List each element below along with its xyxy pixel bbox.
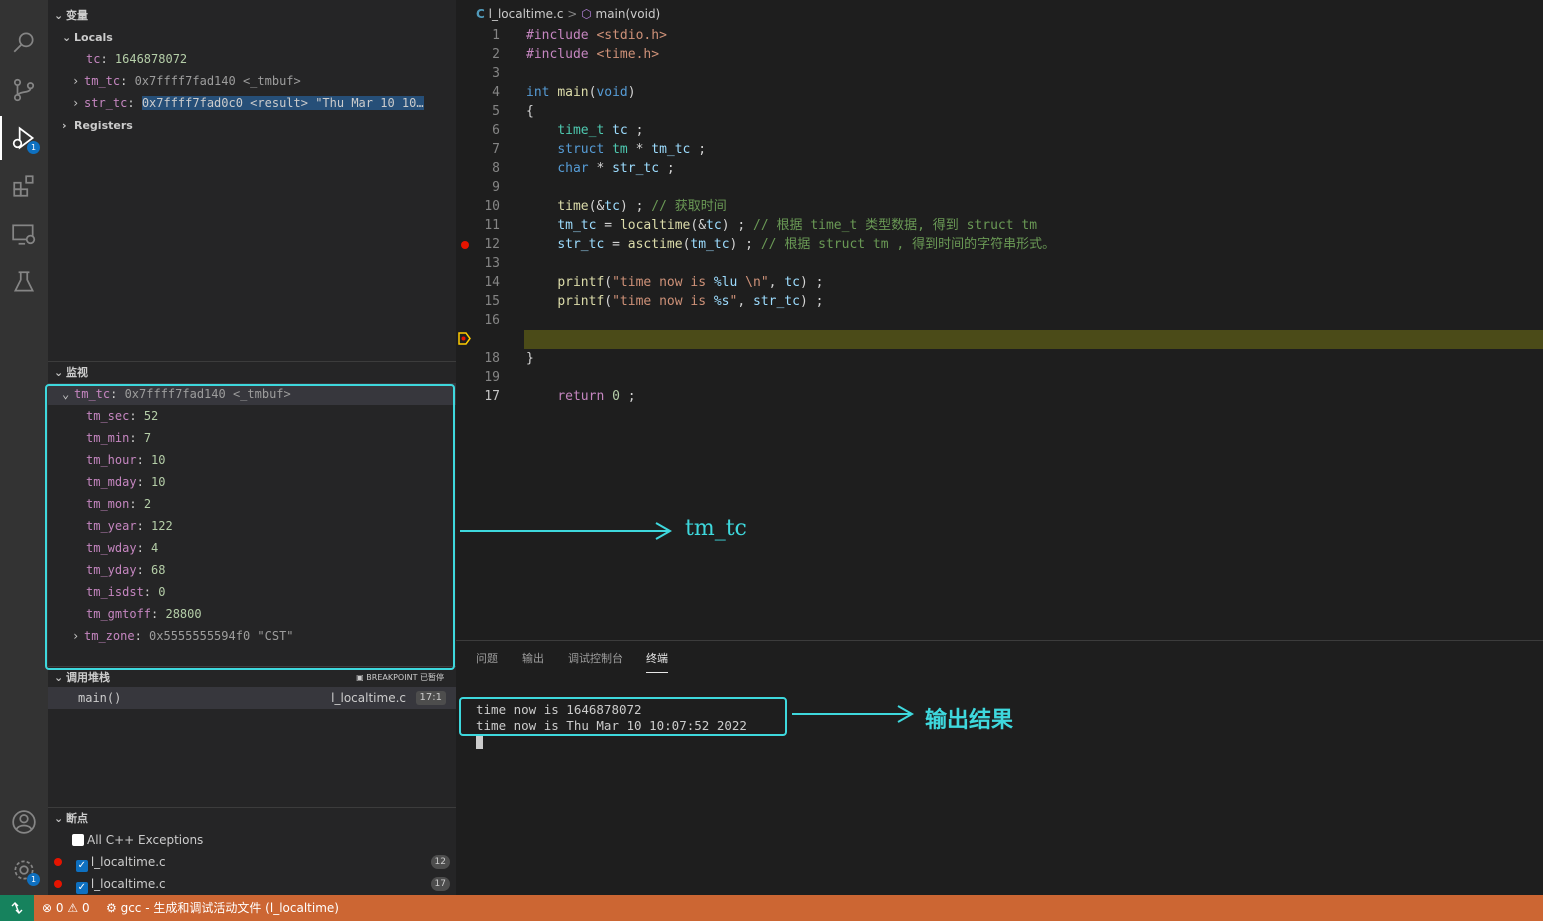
chevron-down-icon: ⌄ <box>54 9 64 22</box>
remote-indicator-icon[interactable] <box>0 895 34 921</box>
debug-icon: ⚙ <box>106 901 117 915</box>
chevron-down-icon: ⌄ <box>54 812 64 825</box>
chevron-down-icon: ⌄ <box>54 366 64 379</box>
watch-annotation-label: tm_tc <box>685 516 747 541</box>
current-line: 17 return 0 ; <box>456 330 1543 404</box>
code-line: 3 <box>492 66 500 81</box>
annotation-arrow <box>460 522 673 540</box>
pause-icon: ▣ <box>356 673 367 682</box>
breadcrumb-file[interactable]: l_localtime.c <box>489 7 564 21</box>
breadcrumb-symbol[interactable]: main(void) <box>596 7 661 21</box>
status-bar: ⊗ 0 ⚠ 0 ⚙ gcc - 生成和调试活动文件 (l_localtime) <box>0 895 1543 921</box>
chevron-right-icon: › <box>72 96 80 110</box>
breakpoint-dot-icon[interactable] <box>461 241 469 249</box>
breakpoint-dot-icon <box>54 880 62 888</box>
debug-badge: 1 <box>27 141 40 154</box>
chevron-right-icon: › <box>72 74 80 88</box>
chevron-right-icon: › <box>62 119 67 132</box>
code-line: 19 <box>484 370 500 385</box>
code-line: 16 <box>484 313 500 328</box>
code-line: 12 str_tc = asctime(tm_tc) ; // 根据 struc… <box>456 235 1543 254</box>
tab-terminal[interactable]: 终端 <box>646 651 668 673</box>
breakpoint-item[interactable]: ✓ l_localtime.c 12 <box>54 851 454 873</box>
callstack-status: ▣ BREAKPOINT 已暂停 <box>356 673 444 682</box>
problems-status[interactable]: ⊗ 0 ⚠ 0 <box>42 895 90 921</box>
debug-stackframe-icon <box>458 332 471 345</box>
code-line: 7 struct tm * tm_tc ; <box>492 142 707 157</box>
source-control-icon[interactable] <box>8 74 40 106</box>
code-line: 2 #include <time.h> <box>492 47 660 62</box>
code-line: 14 printf("time now is %lu \n", tc) ; <box>484 275 824 290</box>
tab-debug-console[interactable]: 调试控制台 <box>568 651 623 673</box>
variable-row[interactable]: › tm_tc: 0x7ffff7fad140 <_tmbuf> <box>72 70 301 92</box>
code-line: 15 printf("time now is %s", str_tc) ; <box>484 294 824 309</box>
symbol-icon: ⬡ <box>581 7 592 21</box>
variable-row[interactable]: › str_tc: 0x7ffff7fad0c0 <result> "Thu Ma… <box>72 92 456 114</box>
remote-explorer-icon[interactable] <box>8 218 40 250</box>
watch-highlight-box <box>45 384 455 670</box>
code-line: 18} <box>484 351 534 366</box>
current-line-highlight <box>524 330 1543 349</box>
debug-task-status[interactable]: ⚙ gcc - 生成和调试活动文件 (l_localtime) <box>106 895 339 921</box>
code-line: 4 int main(void) <box>492 85 636 100</box>
checkbox-checked[interactable]: ✓ <box>75 882 88 894</box>
code-line: 8 char * str_tc ; <box>492 161 675 176</box>
terminal-cursor <box>476 736 483 749</box>
extensions-icon[interactable] <box>8 170 40 202</box>
breakpoint-item[interactable]: ✓ l_localtime.c 17 <box>54 873 454 895</box>
chevron-down-icon: ⌄ <box>62 31 72 44</box>
watch-section-header[interactable]: ⌄ 监视 <box>48 362 456 384</box>
variables-section-header[interactable]: ⌄ 变量 <box>48 5 456 27</box>
output-annotation-label: 输出结果 <box>925 708 1014 733</box>
code-line: 13 <box>484 256 500 271</box>
code-line: 9 <box>492 180 500 195</box>
locals-scope[interactable]: ⌄ Locals <box>62 27 113 49</box>
code-line: 5{ <box>492 104 534 119</box>
tab-problems[interactable]: 问题 <box>476 651 498 673</box>
chevron-down-icon: ⌄ <box>54 671 64 684</box>
breakpoints-section-header[interactable]: ⌄ 断点 <box>48 808 456 830</box>
breadcrumb: C l_localtime.c > ⬡ main(void) <box>476 7 661 21</box>
code-line: 11 tm_tc = localtime(&tc) ; // 根据 time_t… <box>484 218 1038 233</box>
breakpoint-item[interactable]: All C++ Exceptions <box>72 829 203 851</box>
code-line: 10 time(&tc) ; // 获取时间 <box>484 199 727 214</box>
code-editor[interactable]: C l_localtime.c > ⬡ main(void) 1 #include… <box>456 0 1543 640</box>
checkbox-unchecked[interactable] <box>72 834 84 846</box>
tab-output[interactable]: 输出 <box>522 651 544 673</box>
account-icon[interactable] <box>8 806 40 838</box>
settings-gear-icon[interactable]: 1 <box>8 854 40 886</box>
error-icon: ⊗ <box>42 901 53 915</box>
code-line: 6 time_t tc ; <box>492 123 644 138</box>
testing-icon[interactable] <box>8 266 40 298</box>
checkbox-checked[interactable]: ✓ <box>75 860 88 872</box>
settings-badge: 1 <box>27 873 40 886</box>
bottom-panel: 问题 输出 调试控制台 终端 time now is 1646878072 ti… <box>456 640 1543 895</box>
code-line: 1 #include <stdio.h> <box>492 28 667 43</box>
c-file-icon: C <box>476 7 485 21</box>
warning-icon: ⚠ <box>67 901 79 915</box>
output-highlight-box <box>459 697 787 736</box>
registers-scope[interactable]: › Registers <box>62 115 133 137</box>
variable-row[interactable]: tc: 1646878072 <box>86 48 187 70</box>
search-icon[interactable] <box>8 26 40 58</box>
run-debug-icon[interactable]: 1 <box>0 116 40 160</box>
callstack-frame[interactable]: main() l_localtime.c 17:1 <box>48 687 456 709</box>
activity-bar: 1 1 <box>0 0 48 895</box>
breakpoint-dot-icon <box>54 858 62 866</box>
annotation-arrow <box>792 705 915 723</box>
